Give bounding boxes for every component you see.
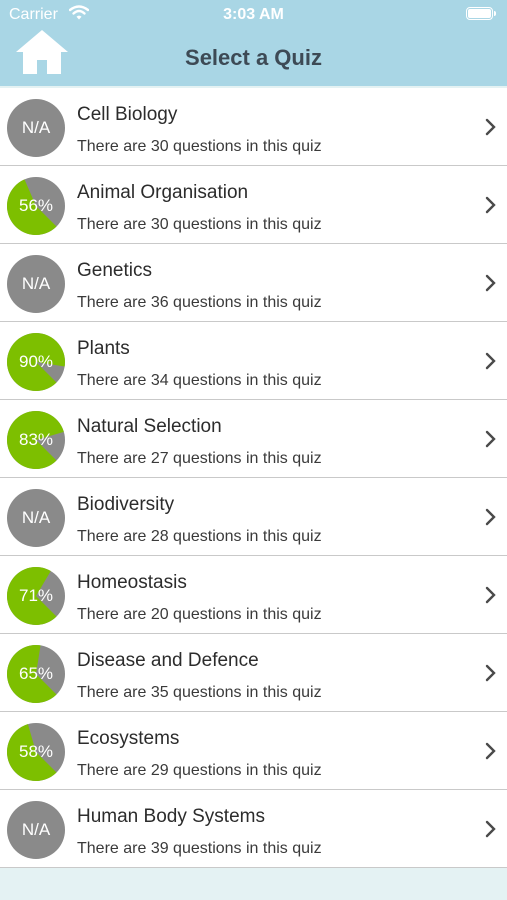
quiz-title: Genetics xyxy=(77,260,152,281)
quiz-row-ecosystems[interactable]: 58% Ecosystems There are 29 questions in t… xyxy=(0,712,507,790)
quiz-title: Plants xyxy=(77,338,130,359)
quiz-row-plants[interactable]: 90% Plants There are 34 questions in this … xyxy=(0,322,507,400)
chevron-right-icon xyxy=(485,742,496,760)
score-label: 56% xyxy=(18,196,54,215)
quiz-question-count: There are 30 questions in this quiz xyxy=(77,138,322,155)
quiz-list: N/A Cell Biology There are 30 questions in… xyxy=(0,88,507,868)
status-bar: Carrier 3:03 AM xyxy=(0,0,507,30)
quiz-question-count: There are 20 questions in this quiz xyxy=(77,606,322,623)
quiz-question-count: There are 28 questions in this quiz xyxy=(77,528,322,545)
quiz-title: Cell Biology xyxy=(77,104,178,125)
status-time: 3:03 AM xyxy=(223,6,284,23)
chevron-right-icon xyxy=(485,508,496,526)
score-label: N/A xyxy=(21,118,51,137)
chevron-right-icon xyxy=(485,196,496,214)
quiz-row-natural-selection[interactable]: 83% Natural Selection There are 27 questio… xyxy=(0,400,507,478)
score-label: 83% xyxy=(18,430,54,449)
score-label: N/A xyxy=(21,508,51,527)
chevron-right-icon xyxy=(485,118,496,136)
score-label: 58% xyxy=(18,742,54,761)
quiz-question-count: There are 39 questions in this quiz xyxy=(77,840,322,857)
top-bar: Carrier 3:03 AM Select a Quiz xyxy=(0,0,507,86)
quiz-title: Human Body Systems xyxy=(77,806,265,827)
score-label: N/A xyxy=(21,820,51,839)
score-label: N/A xyxy=(21,274,51,293)
battery-icon xyxy=(466,7,496,20)
quiz-title: Animal Organisation xyxy=(77,182,249,203)
quiz-title: Ecosystems xyxy=(77,728,180,749)
score-label: 90% xyxy=(18,352,54,371)
quiz-title: Disease and Defence xyxy=(77,650,259,671)
chevron-right-icon xyxy=(485,430,496,448)
quiz-question-count: There are 27 questions in this quiz xyxy=(77,450,322,467)
quiz-title: Biodiversity xyxy=(77,494,175,515)
quiz-title: Natural Selection xyxy=(77,416,222,437)
quiz-row-disease-and-defence[interactable]: 65% Disease and Defence There are 35 quest… xyxy=(0,634,507,712)
chevron-right-icon xyxy=(485,586,496,604)
chevron-right-icon xyxy=(485,352,496,370)
chevron-right-icon xyxy=(485,664,496,682)
quiz-row-animal-organisation[interactable]: 56% Animal Organisation There are 30 quest… xyxy=(0,166,507,244)
quiz-row-cell-biology[interactable]: N/A Cell Biology There are 30 questions in… xyxy=(0,88,507,166)
chevron-right-icon xyxy=(485,820,496,838)
quiz-row-genetics[interactable]: N/A Genetics There are 36 questions in thi… xyxy=(0,244,507,322)
quiz-question-count: There are 34 questions in this quiz xyxy=(77,372,322,389)
quiz-question-count: There are 36 questions in this quiz xyxy=(77,294,322,311)
quiz-title: Homeostasis xyxy=(77,572,187,593)
quiz-row-homeostasis[interactable]: 71% Homeostasis There are 20 questions in … xyxy=(0,556,507,634)
quiz-row-biodiversity[interactable]: N/A Biodiversity There are 28 questions in… xyxy=(0,478,507,556)
quiz-row-human-body-systems[interactable]: N/A Human Body Systems There are 39 questi… xyxy=(0,790,507,868)
quiz-question-count: There are 30 questions in this quiz xyxy=(77,216,322,233)
page-title: Select a Quiz xyxy=(185,45,322,70)
score-label: 71% xyxy=(18,586,54,605)
chevron-right-icon xyxy=(485,274,496,292)
quiz-question-count: There are 29 questions in this quiz xyxy=(77,762,322,779)
score-label: 65% xyxy=(18,664,54,683)
quiz-question-count: There are 35 questions in this quiz xyxy=(77,684,322,701)
